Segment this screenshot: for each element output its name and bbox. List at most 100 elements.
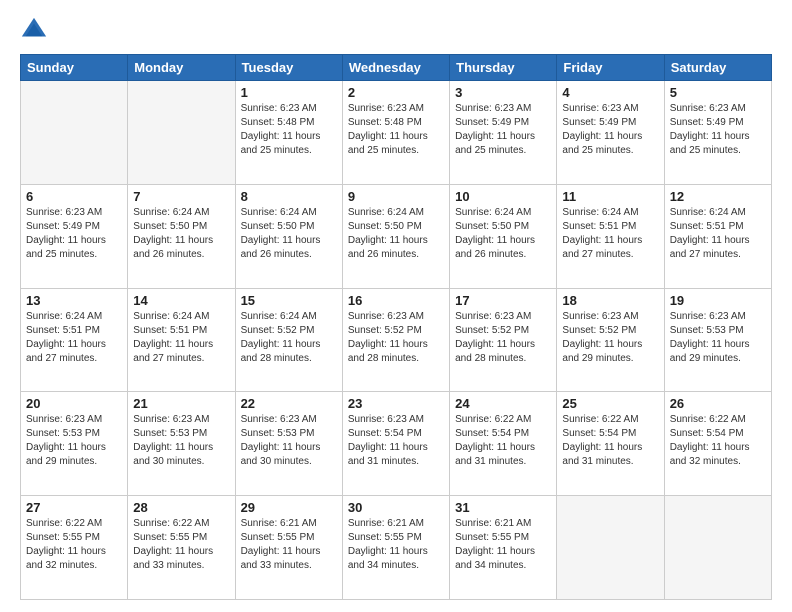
- day-info: Sunrise: 6:23 AMSunset: 5:49 PMDaylight:…: [26, 206, 122, 262]
- day-info: Sunrise: 6:24 AMSunset: 5:51 PMDaylight:…: [670, 206, 766, 262]
- day-info: Sunrise: 6:24 AMSunset: 5:50 PMDaylight:…: [348, 206, 444, 262]
- day-number: 8: [241, 189, 337, 204]
- day-number: 14: [133, 293, 229, 308]
- day-info: Sunrise: 6:24 AMSunset: 5:50 PMDaylight:…: [241, 206, 337, 262]
- day-info: Sunrise: 6:24 AMSunset: 5:52 PMDaylight:…: [241, 310, 337, 366]
- day-number: 12: [670, 189, 766, 204]
- day-number: 9: [348, 189, 444, 204]
- day-cell: 2 Sunrise: 6:23 AMSunset: 5:48 PMDayligh…: [342, 81, 449, 185]
- day-number: 20: [26, 396, 122, 411]
- day-cell: [128, 81, 235, 185]
- day-info: Sunrise: 6:23 AMSunset: 5:49 PMDaylight:…: [455, 102, 551, 158]
- day-info: Sunrise: 6:21 AMSunset: 5:55 PMDaylight:…: [348, 517, 444, 573]
- day-number: 28: [133, 500, 229, 515]
- day-number: 17: [455, 293, 551, 308]
- day-info: Sunrise: 6:24 AMSunset: 5:50 PMDaylight:…: [455, 206, 551, 262]
- header: [20, 16, 772, 44]
- day-info: Sunrise: 6:23 AMSunset: 5:52 PMDaylight:…: [562, 310, 658, 366]
- day-number: 29: [241, 500, 337, 515]
- day-info: Sunrise: 6:23 AMSunset: 5:54 PMDaylight:…: [348, 413, 444, 469]
- weekday-monday: Monday: [128, 55, 235, 81]
- weekday-saturday: Saturday: [664, 55, 771, 81]
- day-number: 2: [348, 85, 444, 100]
- page: SundayMondayTuesdayWednesdayThursdayFrid…: [0, 0, 792, 612]
- day-number: 10: [455, 189, 551, 204]
- week-row-3: 13 Sunrise: 6:24 AMSunset: 5:51 PMDaylig…: [21, 288, 772, 392]
- day-number: 5: [670, 85, 766, 100]
- day-cell: 28 Sunrise: 6:22 AMSunset: 5:55 PMDaylig…: [128, 496, 235, 600]
- day-number: 1: [241, 85, 337, 100]
- day-cell: 16 Sunrise: 6:23 AMSunset: 5:52 PMDaylig…: [342, 288, 449, 392]
- weekday-sunday: Sunday: [21, 55, 128, 81]
- day-number: 11: [562, 189, 658, 204]
- day-cell: 31 Sunrise: 6:21 AMSunset: 5:55 PMDaylig…: [450, 496, 557, 600]
- day-info: Sunrise: 6:22 AMSunset: 5:55 PMDaylight:…: [133, 517, 229, 573]
- day-info: Sunrise: 6:24 AMSunset: 5:51 PMDaylight:…: [26, 310, 122, 366]
- day-number: 27: [26, 500, 122, 515]
- day-cell: 29 Sunrise: 6:21 AMSunset: 5:55 PMDaylig…: [235, 496, 342, 600]
- day-cell: 24 Sunrise: 6:22 AMSunset: 5:54 PMDaylig…: [450, 392, 557, 496]
- day-cell: 13 Sunrise: 6:24 AMSunset: 5:51 PMDaylig…: [21, 288, 128, 392]
- day-number: 3: [455, 85, 551, 100]
- day-cell: 17 Sunrise: 6:23 AMSunset: 5:52 PMDaylig…: [450, 288, 557, 392]
- day-info: Sunrise: 6:23 AMSunset: 5:53 PMDaylight:…: [26, 413, 122, 469]
- day-cell: 22 Sunrise: 6:23 AMSunset: 5:53 PMDaylig…: [235, 392, 342, 496]
- day-cell: 14 Sunrise: 6:24 AMSunset: 5:51 PMDaylig…: [128, 288, 235, 392]
- weekday-wednesday: Wednesday: [342, 55, 449, 81]
- day-cell: 10 Sunrise: 6:24 AMSunset: 5:50 PMDaylig…: [450, 184, 557, 288]
- day-cell: 5 Sunrise: 6:23 AMSunset: 5:49 PMDayligh…: [664, 81, 771, 185]
- week-row-2: 6 Sunrise: 6:23 AMSunset: 5:49 PMDayligh…: [21, 184, 772, 288]
- day-info: Sunrise: 6:23 AMSunset: 5:53 PMDaylight:…: [670, 310, 766, 366]
- day-info: Sunrise: 6:24 AMSunset: 5:50 PMDaylight:…: [133, 206, 229, 262]
- weekday-friday: Friday: [557, 55, 664, 81]
- logo: [20, 16, 52, 44]
- day-number: 7: [133, 189, 229, 204]
- day-cell: 1 Sunrise: 6:23 AMSunset: 5:48 PMDayligh…: [235, 81, 342, 185]
- weekday-header-row: SundayMondayTuesdayWednesdayThursdayFrid…: [21, 55, 772, 81]
- day-info: Sunrise: 6:23 AMSunset: 5:49 PMDaylight:…: [562, 102, 658, 158]
- week-row-5: 27 Sunrise: 6:22 AMSunset: 5:55 PMDaylig…: [21, 496, 772, 600]
- day-number: 19: [670, 293, 766, 308]
- day-number: 21: [133, 396, 229, 411]
- day-cell: 3 Sunrise: 6:23 AMSunset: 5:49 PMDayligh…: [450, 81, 557, 185]
- day-cell: 9 Sunrise: 6:24 AMSunset: 5:50 PMDayligh…: [342, 184, 449, 288]
- day-info: Sunrise: 6:24 AMSunset: 5:51 PMDaylight:…: [133, 310, 229, 366]
- day-cell: 18 Sunrise: 6:23 AMSunset: 5:52 PMDaylig…: [557, 288, 664, 392]
- day-info: Sunrise: 6:23 AMSunset: 5:48 PMDaylight:…: [348, 102, 444, 158]
- day-info: Sunrise: 6:22 AMSunset: 5:54 PMDaylight:…: [562, 413, 658, 469]
- day-info: Sunrise: 6:22 AMSunset: 5:54 PMDaylight:…: [455, 413, 551, 469]
- day-cell: 8 Sunrise: 6:24 AMSunset: 5:50 PMDayligh…: [235, 184, 342, 288]
- day-cell: 19 Sunrise: 6:23 AMSunset: 5:53 PMDaylig…: [664, 288, 771, 392]
- day-info: Sunrise: 6:21 AMSunset: 5:55 PMDaylight:…: [455, 517, 551, 573]
- day-cell: 15 Sunrise: 6:24 AMSunset: 5:52 PMDaylig…: [235, 288, 342, 392]
- weekday-thursday: Thursday: [450, 55, 557, 81]
- day-cell: 30 Sunrise: 6:21 AMSunset: 5:55 PMDaylig…: [342, 496, 449, 600]
- day-cell: 4 Sunrise: 6:23 AMSunset: 5:49 PMDayligh…: [557, 81, 664, 185]
- day-cell: 27 Sunrise: 6:22 AMSunset: 5:55 PMDaylig…: [21, 496, 128, 600]
- day-cell: [21, 81, 128, 185]
- day-cell: 21 Sunrise: 6:23 AMSunset: 5:53 PMDaylig…: [128, 392, 235, 496]
- day-number: 18: [562, 293, 658, 308]
- day-cell: 20 Sunrise: 6:23 AMSunset: 5:53 PMDaylig…: [21, 392, 128, 496]
- week-row-1: 1 Sunrise: 6:23 AMSunset: 5:48 PMDayligh…: [21, 81, 772, 185]
- day-number: 16: [348, 293, 444, 308]
- day-info: Sunrise: 6:23 AMSunset: 5:49 PMDaylight:…: [670, 102, 766, 158]
- day-cell: 26 Sunrise: 6:22 AMSunset: 5:54 PMDaylig…: [664, 392, 771, 496]
- day-info: Sunrise: 6:21 AMSunset: 5:55 PMDaylight:…: [241, 517, 337, 573]
- day-cell: 23 Sunrise: 6:23 AMSunset: 5:54 PMDaylig…: [342, 392, 449, 496]
- day-number: 13: [26, 293, 122, 308]
- week-row-4: 20 Sunrise: 6:23 AMSunset: 5:53 PMDaylig…: [21, 392, 772, 496]
- day-number: 6: [26, 189, 122, 204]
- day-cell: 12 Sunrise: 6:24 AMSunset: 5:51 PMDaylig…: [664, 184, 771, 288]
- day-info: Sunrise: 6:24 AMSunset: 5:51 PMDaylight:…: [562, 206, 658, 262]
- day-info: Sunrise: 6:23 AMSunset: 5:48 PMDaylight:…: [241, 102, 337, 158]
- day-number: 31: [455, 500, 551, 515]
- day-number: 25: [562, 396, 658, 411]
- day-cell: 25 Sunrise: 6:22 AMSunset: 5:54 PMDaylig…: [557, 392, 664, 496]
- day-cell: [664, 496, 771, 600]
- logo-icon: [20, 16, 48, 44]
- day-number: 24: [455, 396, 551, 411]
- day-number: 22: [241, 396, 337, 411]
- day-info: Sunrise: 6:22 AMSunset: 5:55 PMDaylight:…: [26, 517, 122, 573]
- day-number: 15: [241, 293, 337, 308]
